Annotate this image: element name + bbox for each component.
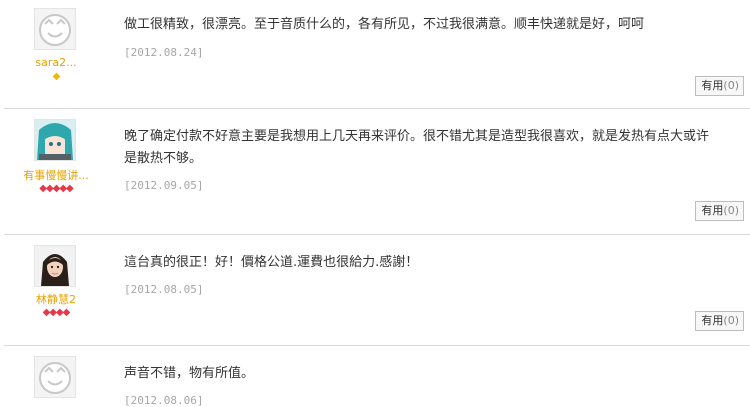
review-text: 這台真的很正！好！價格公道.運費也很給力.感謝！ [124, 255, 419, 270]
username[interactable]: sara2... [10, 56, 102, 69]
review-text: 声音不错，物有所值。 [124, 366, 255, 381]
gem-icon: ◆◆◆◆ [42, 307, 71, 318]
gem-icon: ◆ [52, 71, 61, 82]
useful-count: (0) [723, 204, 739, 217]
review-item: 声音不错，物有所值。 [2012.08.06] [4, 346, 750, 407]
gem-icon: ◆◆◆◆◆ [39, 183, 73, 194]
username[interactable]: 林静慧2 [10, 291, 102, 307]
review-item: 林静慧2 ◆◆◆◆ 這台真的很正！好！價格公道.運費也很給力.感謝！ [2012… [4, 235, 750, 346]
review-date: [2012.08.06] [124, 394, 204, 407]
photo-avatar-icon[interactable] [34, 245, 76, 287]
username[interactable]: 有事慢慢讲... [10, 167, 102, 183]
review-text: 做工很精致，很漂亮。至于音质什么的，各有所见，不过我很满意。顺丰快递就是好，呵呵 [124, 17, 645, 32]
useful-label: 有用 [701, 204, 724, 217]
useful-count: (0) [723, 79, 739, 92]
review-date: [2012.08.24] [124, 46, 204, 59]
default-face-icon[interactable] [34, 8, 76, 50]
review-date: [2012.08.05] [124, 283, 204, 296]
review-text: 晚了确定付款不好意主要是我想用上几天再来评价。很不错尤其是造型我很喜欢，就是发热… [124, 129, 710, 166]
useful-button[interactable]: 有用(0) [695, 76, 744, 96]
review-item: sara2... ◆ 做工很精致，很漂亮。至于音质什么的，各有所见，不过我很满意… [4, 0, 750, 109]
useful-button[interactable]: 有用(0) [695, 311, 744, 331]
review-item: 有事慢慢讲... ◆◆◆◆◆ 晚了确定付款不好意主要是我想用上几天再来评价。很不… [4, 109, 750, 235]
anime-avatar-icon[interactable] [34, 119, 76, 161]
default-face-icon[interactable] [34, 356, 76, 398]
useful-label: 有用 [701, 314, 724, 327]
useful-count: (0) [723, 314, 739, 327]
review-date: [2012.09.05] [124, 179, 204, 192]
useful-label: 有用 [701, 79, 724, 92]
useful-button[interactable]: 有用(0) [695, 201, 744, 221]
